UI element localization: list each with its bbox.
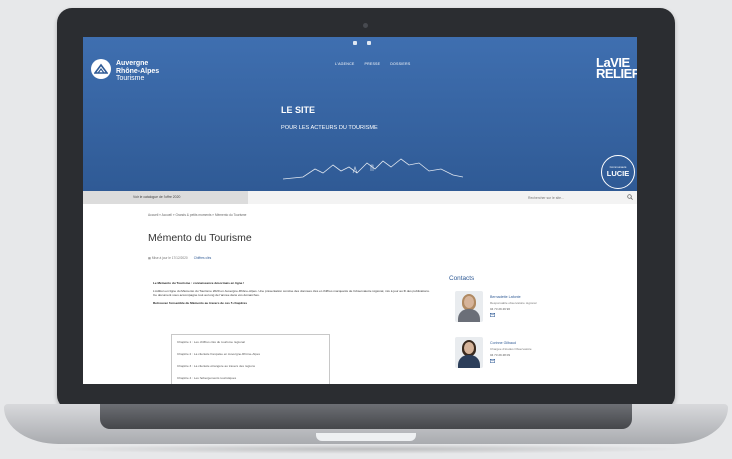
email-icon[interactable] bbox=[490, 313, 495, 317]
social-links bbox=[353, 41, 371, 45]
lavie-line-2: RELIEF bbox=[596, 66, 637, 81]
laptop-shadow bbox=[40, 444, 692, 454]
hero-banner: Auvergne Rhône-Alpes Tourisme L'AGENCE P… bbox=[83, 37, 637, 191]
page-title: Mémento du Tourisme bbox=[148, 232, 252, 244]
brand-line-3: Tourisme bbox=[116, 75, 145, 82]
chapter-item-4[interactable]: Chapitre 4 : Les hébergements touristiqu… bbox=[177, 376, 236, 380]
chapter-item-2[interactable]: Chapitre 2 : La clientèle française en A… bbox=[177, 352, 260, 356]
category-link[interactable]: Chiffres clés bbox=[194, 256, 211, 260]
email-icon[interactable] bbox=[490, 359, 495, 363]
contact-role-2: Chargée d'études Observatoire bbox=[490, 347, 532, 351]
chapter-item-1[interactable]: Chapitre 1 : Les chiffres clés du touris… bbox=[177, 340, 245, 344]
lucie-badge[interactable]: Communauté LUCIE bbox=[601, 155, 635, 189]
contact-name-1[interactable]: Bernadette Lafonte bbox=[490, 295, 521, 299]
article-paragraph: L'édition en ligne du Mémento du Tourism… bbox=[153, 288, 430, 298]
breadcrumb[interactable]: Accueil » Accueil » Grands & petits mome… bbox=[148, 213, 246, 217]
laptop-keyboard-edge bbox=[100, 404, 632, 429]
chapter-item-3[interactable]: Chapitre 3 : La clientèle étrangère au t… bbox=[177, 364, 255, 368]
catalogue-link-bar[interactable]: Voir le catalogue de l'offre 2020 bbox=[83, 191, 248, 204]
lavie-relief-logo[interactable]: LaVIE RELIEF bbox=[596, 56, 637, 81]
contact-role-1: Responsable observatoire régional bbox=[490, 301, 537, 305]
contact-phone-2[interactable]: 04 73 29 48 09 bbox=[490, 353, 510, 357]
contact-phone-1[interactable]: 04 73 29 49 96 bbox=[490, 307, 510, 311]
brand-name[interactable]: Auvergne Rhône-Alpes Tourisme bbox=[116, 60, 159, 83]
brand-line-1: Auvergne bbox=[116, 60, 149, 67]
contacts-heading: Contacts bbox=[449, 275, 475, 282]
brand-logo-icon[interactable] bbox=[91, 59, 111, 79]
article-subheading: Retrouvez l'ensemble du Mémento au trave… bbox=[153, 300, 248, 305]
contact-name-2[interactable]: Corinne Gilbaud bbox=[490, 341, 516, 345]
mountain-skyline-icon bbox=[283, 158, 463, 180]
browser-screen: Auvergne Rhône-Alpes Tourisme L'AGENCE P… bbox=[83, 37, 637, 384]
article-heading: Le Mémento du Tourisme : connaissance dé… bbox=[153, 281, 245, 285]
search-icon[interactable] bbox=[627, 194, 633, 200]
article-body: Le Mémento du Tourisme : connaissance dé… bbox=[153, 281, 433, 305]
search-input[interactable] bbox=[528, 194, 622, 201]
site-subtitle: POUR LES ACTEURS DU TOURISME bbox=[281, 125, 378, 131]
lucie-title: LUCIE bbox=[606, 169, 630, 178]
chapter-list: Chapitre 1 : Les chiffres clés du touris… bbox=[171, 334, 330, 384]
contact-photo-1 bbox=[455, 291, 483, 322]
linkedin-icon[interactable] bbox=[367, 41, 371, 45]
site-title: LE SITE bbox=[281, 105, 316, 115]
nav-item-dossiers[interactable]: DOSSIERS bbox=[390, 62, 410, 66]
nav-item-presse[interactable]: PRESSE bbox=[364, 62, 380, 66]
contact-photo-2 bbox=[455, 337, 483, 368]
search-bar bbox=[248, 191, 637, 204]
catalogue-link[interactable]: Voir le catalogue de l'offre 2020 bbox=[133, 195, 180, 199]
top-navigation: L'AGENCE PRESSE DOSSIERS bbox=[335, 62, 410, 66]
update-date: Mise à jour le 17/12/2020 bbox=[151, 256, 188, 260]
facebook-icon[interactable] bbox=[353, 41, 357, 45]
camera bbox=[363, 23, 368, 28]
laptop-opening-notch bbox=[316, 433, 416, 441]
nav-item-agence[interactable]: L'AGENCE bbox=[335, 62, 354, 66]
page-meta: ▦ Mise à jour le 17/12/2020 Chiffres clés bbox=[148, 256, 211, 260]
brand-line-2: Rhône-Alpes bbox=[116, 67, 160, 75]
